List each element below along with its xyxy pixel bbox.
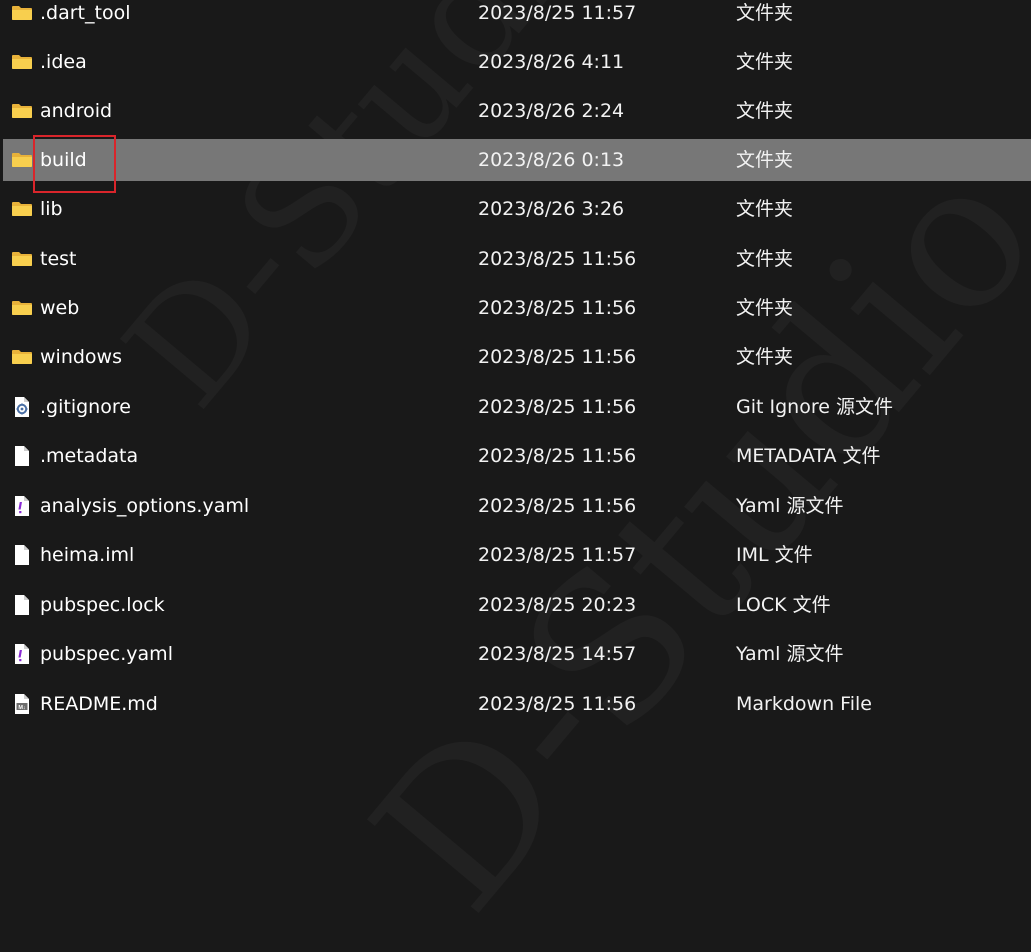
file-row[interactable]: analysis_options.yaml 2023/8/25 11:56 Yaml… [3, 485, 1031, 527]
folder-icon [11, 248, 33, 270]
file-row[interactable]: pubspec.yaml 2023/8/25 14:57 Yaml 源文件 [3, 633, 1031, 675]
file-row[interactable]: test 2023/8/25 11:56 文件夹 [3, 238, 1031, 280]
modified-date: 2023/8/25 11:56 [478, 346, 637, 368]
file-row[interactable]: .gitignore 2023/8/25 11:56 Git Ignore 源文件 [3, 386, 1031, 428]
file-name: .dart_tool [40, 2, 131, 24]
file-type: IML 文件 [736, 544, 813, 566]
modified-date: 2023/8/25 11:56 [478, 693, 637, 715]
folder-icon [11, 149, 33, 171]
file-type: LOCK 文件 [736, 594, 831, 616]
file-name: pubspec.yaml [40, 643, 173, 665]
modified-date: 2023/8/25 11:57 [478, 2, 637, 24]
file-row[interactable]: .dart_tool 2023/8/25 11:57 文件夹 [3, 0, 1031, 34]
file-name: README.md [40, 693, 158, 715]
file-row[interactable]: android 2023/8/26 2:24 文件夹 [3, 90, 1031, 132]
file-name: heima.iml [40, 544, 135, 566]
file-type: Yaml 源文件 [736, 495, 844, 517]
file-name: test [40, 248, 77, 270]
folder-icon [11, 100, 33, 122]
file-type: 文件夹 [736, 149, 794, 171]
file-type: 文件夹 [736, 248, 794, 270]
file-name: .metadata [40, 445, 139, 467]
file-type: 文件夹 [736, 297, 794, 319]
blank-file-icon [11, 594, 33, 616]
yaml-file-icon [11, 495, 33, 517]
modified-date: 2023/8/25 11:57 [478, 544, 637, 566]
modified-date: 2023/8/26 0:13 [478, 149, 625, 171]
folder-icon [11, 2, 33, 24]
file-row[interactable]: pubspec.lock 2023/8/25 20:23 LOCK 文件 [3, 584, 1031, 626]
file-name: lib [40, 198, 63, 220]
file-name: web [40, 297, 80, 319]
file-row[interactable]: .metadata 2023/8/25 11:56 METADATA 文件 [3, 435, 1031, 477]
file-name: .gitignore [40, 396, 131, 418]
folder-icon [11, 297, 33, 319]
file-name: build [40, 149, 87, 171]
file-type: Git Ignore 源文件 [736, 396, 893, 418]
modified-date: 2023/8/25 11:56 [478, 445, 637, 467]
blank-file-icon [11, 544, 33, 566]
markdown-file-icon: M↓ [11, 693, 33, 715]
file-name: .idea [40, 51, 87, 73]
modified-date: 2023/8/25 11:56 [478, 248, 637, 270]
file-type: 文件夹 [736, 346, 794, 368]
file-row[interactable]: build 2023/8/26 0:13 文件夹 [3, 139, 1031, 181]
modified-date: 2023/8/25 11:56 [478, 396, 637, 418]
modified-date: 2023/8/26 4:11 [478, 51, 625, 73]
file-type: Markdown File [736, 693, 872, 715]
folder-icon [11, 198, 33, 220]
file-row[interactable]: web 2023/8/25 11:56 文件夹 [3, 287, 1031, 329]
gear-file-icon [11, 396, 33, 418]
modified-date: 2023/8/25 11:56 [478, 495, 637, 517]
file-row[interactable]: lib 2023/8/26 3:26 文件夹 [3, 188, 1031, 230]
folder-icon [11, 51, 33, 73]
file-type: Yaml 源文件 [736, 643, 844, 665]
folder-icon [11, 346, 33, 368]
file-name: analysis_options.yaml [40, 495, 250, 517]
yaml-file-icon [11, 643, 33, 665]
file-type: 文件夹 [736, 2, 794, 24]
file-list: D-Studio D-Studio .dart_tool2023/8/25 11… [0, 0, 1031, 747]
file-type: 文件夹 [736, 51, 794, 73]
modified-date: 2023/8/26 3:26 [478, 198, 625, 220]
file-type: 文件夹 [736, 100, 794, 122]
modified-date: 2023/8/25 11:56 [478, 297, 637, 319]
file-row[interactable]: .idea 2023/8/26 4:11 文件夹 [3, 41, 1031, 83]
file-name: pubspec.lock [40, 594, 165, 616]
blank-file-icon [11, 445, 33, 467]
file-type: 文件夹 [736, 198, 794, 220]
file-name: android [40, 100, 113, 122]
file-row[interactable]: heima.iml 2023/8/25 11:57 IML 文件 [3, 534, 1031, 576]
file-row[interactable]: windows 2023/8/25 11:56 文件夹 [3, 336, 1031, 378]
file-name: windows [40, 346, 122, 368]
modified-date: 2023/8/25 20:23 [478, 594, 637, 616]
modified-date: 2023/8/26 2:24 [478, 100, 625, 122]
svg-text:M↓: M↓ [18, 705, 26, 711]
file-row[interactable]: M↓ README.md 2023/8/25 11:56 Markdown File [3, 683, 1031, 725]
file-type: METADATA 文件 [736, 445, 881, 467]
modified-date: 2023/8/25 14:57 [478, 643, 637, 665]
